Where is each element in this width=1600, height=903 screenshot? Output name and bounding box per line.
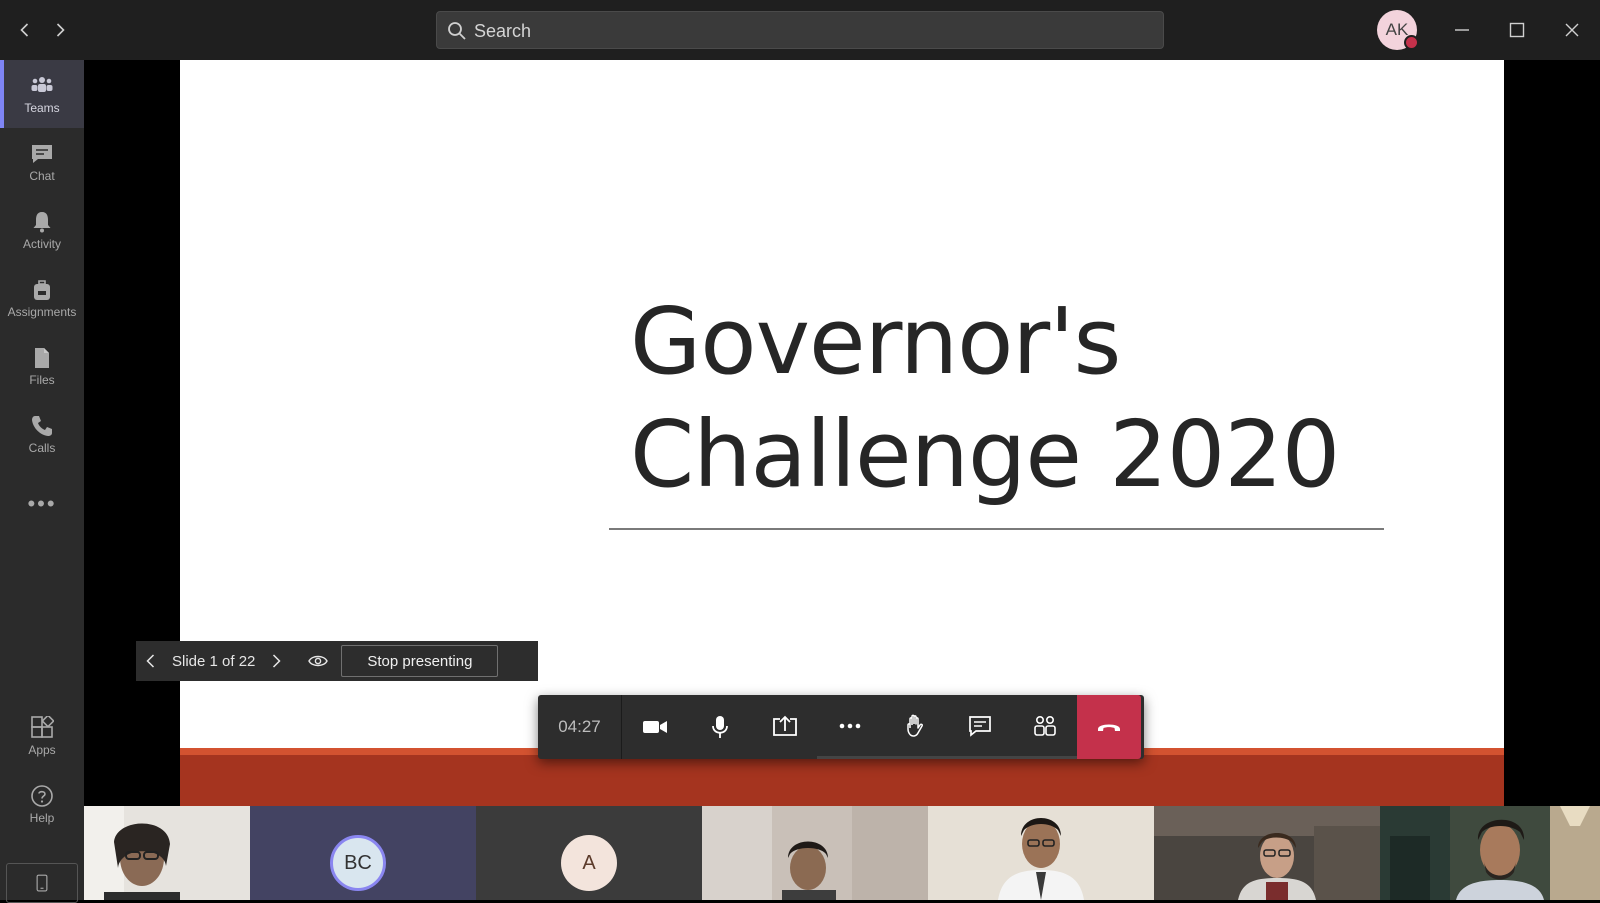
next-slide-button[interactable]	[261, 641, 291, 681]
app-rail: Teams Chat Activity Assignments Files Ca…	[0, 60, 84, 903]
microphone-button[interactable]	[687, 695, 752, 759]
rail-item-apps[interactable]: Apps	[0, 702, 84, 770]
user-avatar[interactable]: AK	[1377, 10, 1419, 50]
participant-strip: BC A	[84, 806, 1600, 900]
rail-item-assignments[interactable]: Assignments	[0, 264, 84, 332]
rail-label: Help	[29, 810, 55, 825]
chevron-right-icon	[273, 654, 281, 668]
slide-footer-band	[180, 755, 1504, 806]
slide-divider	[609, 528, 1384, 530]
forward-button[interactable]	[44, 14, 76, 46]
participant-video-feed	[702, 806, 928, 900]
rail-label: Teams	[24, 100, 60, 115]
more-icon: •••	[27, 491, 57, 516]
rail-label: Assignments	[7, 304, 77, 319]
teams-icon	[31, 76, 53, 92]
slide-title-line1: Governor's	[630, 288, 1121, 395]
back-button[interactable]	[9, 14, 41, 46]
participant-video-tile[interactable]	[1380, 806, 1600, 900]
minimize-icon	[1455, 29, 1469, 31]
chat-icon	[32, 144, 52, 163]
maximize-icon	[1509, 22, 1525, 38]
more-actions-button[interactable]	[817, 695, 882, 759]
video-camera-icon	[642, 721, 667, 733]
eye-icon	[308, 655, 329, 667]
call-controls: 04:27	[538, 695, 1144, 759]
rail-item-calls[interactable]: Calls	[0, 400, 84, 468]
participant-tile-a[interactable]: A	[476, 806, 702, 900]
stop-presenting-button[interactable]: Stop presenting	[341, 645, 499, 677]
phone-icon	[32, 415, 52, 436]
search-placeholder: Search	[474, 21, 532, 41]
search-icon	[448, 22, 466, 40]
participant-video-tile[interactable]	[702, 806, 928, 900]
camera-button[interactable]	[622, 695, 687, 759]
rail-item-files[interactable]: Files	[0, 332, 84, 400]
participant-video-feed	[928, 806, 1154, 900]
rail-label: Files	[29, 372, 55, 387]
rail-label: Calls	[28, 440, 56, 455]
backpack-icon	[34, 279, 50, 300]
help-icon	[31, 784, 53, 807]
rail-item-teams[interactable]: Teams	[0, 60, 84, 128]
show-participants-button[interactable]	[1012, 695, 1077, 759]
bell-icon	[33, 211, 51, 232]
slide-title-line2: Challenge 2020	[630, 401, 1340, 508]
mobile-device-icon	[36, 874, 48, 892]
hang-up-icon	[1098, 724, 1120, 731]
minimize-button[interactable]	[1447, 15, 1477, 45]
rail-label: Chat	[29, 168, 55, 183]
participant-initials: A	[561, 835, 617, 891]
call-timer: 04:27	[538, 695, 622, 759]
apps-icon	[31, 715, 54, 738]
more-apps-button[interactable]: •••	[0, 486, 84, 522]
chat-icon	[968, 715, 991, 737]
chevron-left-icon	[146, 654, 155, 668]
show-conversation-button[interactable]	[947, 695, 1012, 759]
presenter-toolbar: Slide 1 of 22 Stop presenting	[136, 641, 538, 681]
raise-hand-button[interactable]	[882, 695, 947, 759]
rail-label: Activity	[22, 236, 61, 251]
search-box[interactable]: Search	[436, 11, 1164, 49]
presence-badge	[1404, 35, 1419, 50]
close-button[interactable]	[1557, 15, 1587, 45]
chevron-left-icon	[20, 23, 29, 37]
more-icon	[839, 723, 860, 728]
participant-video-feed	[1154, 806, 1380, 900]
microphone-icon	[711, 716, 728, 738]
private-view-button[interactable]	[303, 641, 333, 681]
share-screen-icon	[772, 715, 797, 736]
participant-tile-bc[interactable]: BC	[250, 806, 476, 900]
participant-video-tile[interactable]	[928, 806, 1154, 900]
rail-item-help[interactable]: Help	[0, 770, 84, 838]
participant-video-tile[interactable]	[1154, 806, 1380, 900]
previous-slide-button[interactable]	[136, 641, 166, 681]
hang-up-button[interactable]	[1077, 695, 1141, 759]
participant-initials: BC	[330, 835, 386, 891]
title-bar: Search AK	[0, 0, 1600, 60]
slide-title: Governor's Challenge 2020	[630, 285, 1340, 511]
participants-icon	[1033, 715, 1056, 736]
chevron-right-icon	[56, 23, 65, 37]
slide-counter: Slide 1 of 22	[172, 652, 256, 670]
device-button[interactable]	[6, 863, 78, 903]
file-icon	[35, 347, 49, 368]
share-content-button[interactable]	[752, 695, 817, 759]
close-icon	[1565, 23, 1579, 37]
maximize-button[interactable]	[1502, 15, 1532, 45]
participant-video-feed	[84, 806, 250, 900]
rail-item-chat[interactable]: Chat	[0, 128, 84, 196]
participant-video-feed	[1380, 806, 1600, 900]
raise-hand-icon	[906, 714, 923, 737]
rail-item-activity[interactable]: Activity	[0, 196, 84, 264]
participant-video-tile[interactable]	[84, 806, 250, 900]
rail-label: Apps	[28, 742, 56, 757]
